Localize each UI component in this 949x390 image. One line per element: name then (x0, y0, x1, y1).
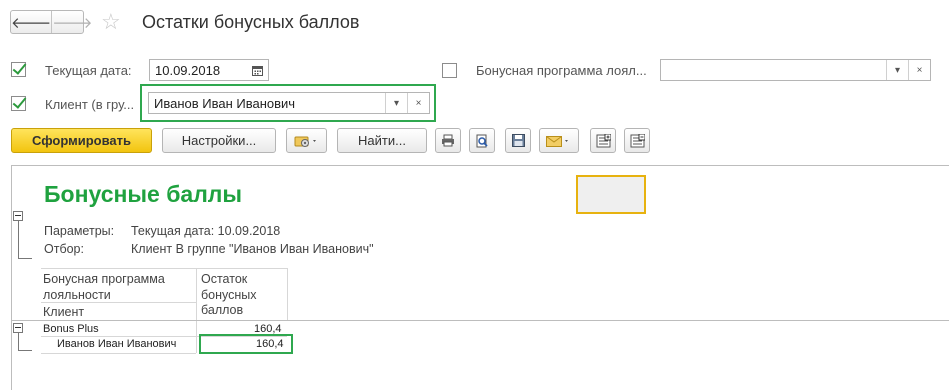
calendar-button[interactable] (246, 60, 268, 80)
calendar-icon (251, 65, 263, 76)
collapse-header-group-icon[interactable] (13, 211, 23, 221)
current-date-field[interactable]: 10.09.2018 (149, 59, 269, 81)
table-row-client-value: 160,4 (256, 338, 284, 350)
close-icon: × (415, 97, 422, 109)
envelope-icon (546, 135, 568, 147)
chevron-down-icon: ▾ (393, 97, 400, 109)
current-date-checkbox[interactable] (11, 62, 26, 77)
client-value: Иванов Иван Иванович (154, 96, 296, 111)
tree-line (18, 258, 32, 259)
table-group-separator (11, 320, 949, 321)
report-logo-placeholder (576, 175, 646, 214)
save-button[interactable] (505, 128, 531, 153)
forward-button[interactable]: 🡒 (51, 11, 92, 33)
client-checkbox[interactable] (11, 96, 26, 111)
current-date-label: Текущая дата: (45, 63, 132, 78)
bonus-program-checkbox[interactable] (442, 63, 457, 78)
client-clear-button[interactable]: × (407, 93, 429, 113)
generate-button[interactable]: Сформировать (11, 128, 152, 153)
generate-button-label: Сформировать (31, 133, 132, 148)
column-header-line: Бонусная программа (43, 272, 165, 286)
bonus-program-dropdown-button[interactable]: ▾ (886, 60, 908, 80)
back-button[interactable]: 🡐 (11, 11, 51, 33)
print-button[interactable] (435, 128, 461, 153)
close-icon: × (916, 64, 923, 76)
current-date-value: 10.09.2018 (155, 63, 221, 78)
navigation-buttons: 🡐 🡒 (10, 10, 92, 34)
report-title: Бонусные баллы (44, 181, 243, 207)
variants-menu-button[interactable] (286, 128, 327, 153)
client-field[interactable]: Иванов Иван Иванович ▾ × (148, 92, 430, 114)
table-header-top-border (41, 268, 287, 269)
bonus-program-field[interactable]: ▾ × (660, 59, 931, 81)
expand-groups-button[interactable] (590, 128, 616, 153)
page-title: Остатки бонусных баллов (142, 12, 360, 32)
tree-line (18, 221, 19, 258)
bonus-program-label: Бонусная программа лоял... (476, 63, 647, 78)
table-column-divider (287, 268, 288, 320)
print-preview-icon (476, 134, 488, 147)
printer-icon (442, 134, 454, 147)
column-header-line: бонусных (201, 287, 257, 302)
find-button-label: Найти... (358, 133, 406, 148)
table-column-divider (196, 268, 197, 320)
chevron-down-icon: ▾ (894, 64, 901, 76)
params-label: Параметры: (44, 224, 115, 238)
table-row-group-name: Bonus Plus (43, 323, 99, 335)
collapse-row-group-icon[interactable] (13, 323, 23, 333)
tree-line (18, 333, 19, 350)
column-header-client: Клиент (43, 305, 85, 319)
column-header-bonus-program: Бонусная программа лояльности (43, 272, 165, 303)
send-email-menu-button[interactable] (539, 128, 579, 153)
column-header-balance: Остаток бонусных баллов (201, 272, 257, 319)
column-header-line: Остаток (201, 272, 248, 286)
forward-arrow-icon: 🡒 (52, 14, 93, 32)
column-header-line: баллов (201, 303, 244, 317)
preview-button[interactable] (469, 128, 495, 153)
filter-value: Клиент В группе "Иванов Иван Иванович" (131, 242, 374, 256)
gear-folder-icon (294, 136, 316, 147)
table-column-divider (196, 321, 197, 353)
client-label: Клиент (в гру... (45, 97, 135, 112)
table-row-divider (41, 353, 196, 354)
expand-groups-icon (596, 133, 611, 147)
client-dropdown-button[interactable]: ▾ (385, 93, 407, 113)
find-button[interactable]: Найти... (337, 128, 427, 153)
bonus-program-clear-button[interactable]: × (908, 60, 930, 80)
settings-button-label: Настройки... (181, 133, 257, 148)
params-value: Текущая дата: 10.09.2018 (131, 224, 281, 238)
column-header-line: лояльности (43, 287, 111, 302)
collapse-groups-button[interactable] (624, 128, 650, 153)
tree-line (18, 350, 32, 351)
table-row-client-name: Иванов Иван Иванович (57, 338, 177, 350)
save-disk-icon (511, 134, 525, 147)
back-arrow-icon: 🡐 (11, 14, 52, 32)
favorite-star-icon[interactable]: ☆ (101, 9, 121, 35)
collapse-groups-icon (630, 133, 645, 147)
settings-button[interactable]: Настройки... (162, 128, 276, 153)
filter-label: Отбор: (44, 242, 84, 256)
